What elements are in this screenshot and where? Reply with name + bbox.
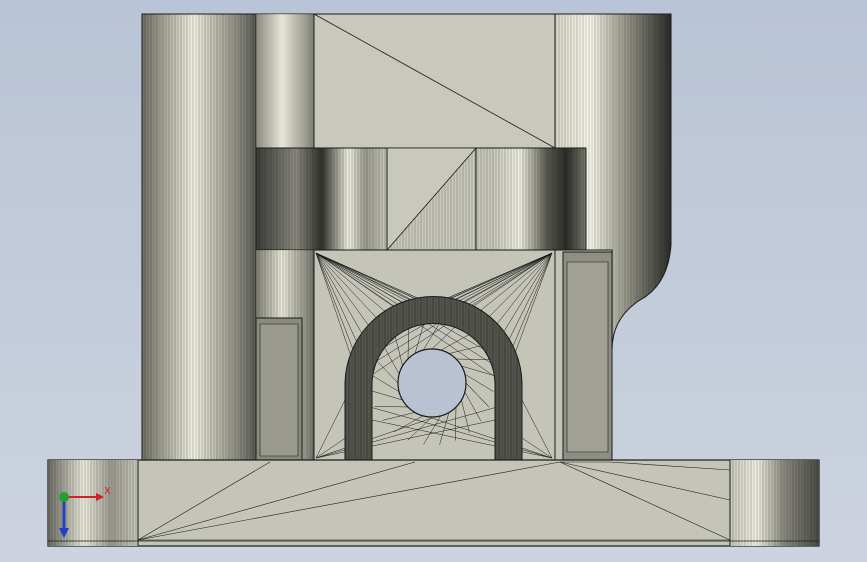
top-center-face (255, 13, 556, 149)
bore-hole (397, 348, 467, 418)
middle-band-face (255, 147, 587, 252)
lower-housing-face (255, 249, 613, 461)
base-plate-face (47, 459, 820, 547)
3d-model-view[interactable] (0, 0, 867, 562)
left-cylinder-face (141, 13, 257, 461)
graphics-viewport[interactable]: X (0, 0, 867, 562)
triad-x-label: X (104, 486, 111, 497)
